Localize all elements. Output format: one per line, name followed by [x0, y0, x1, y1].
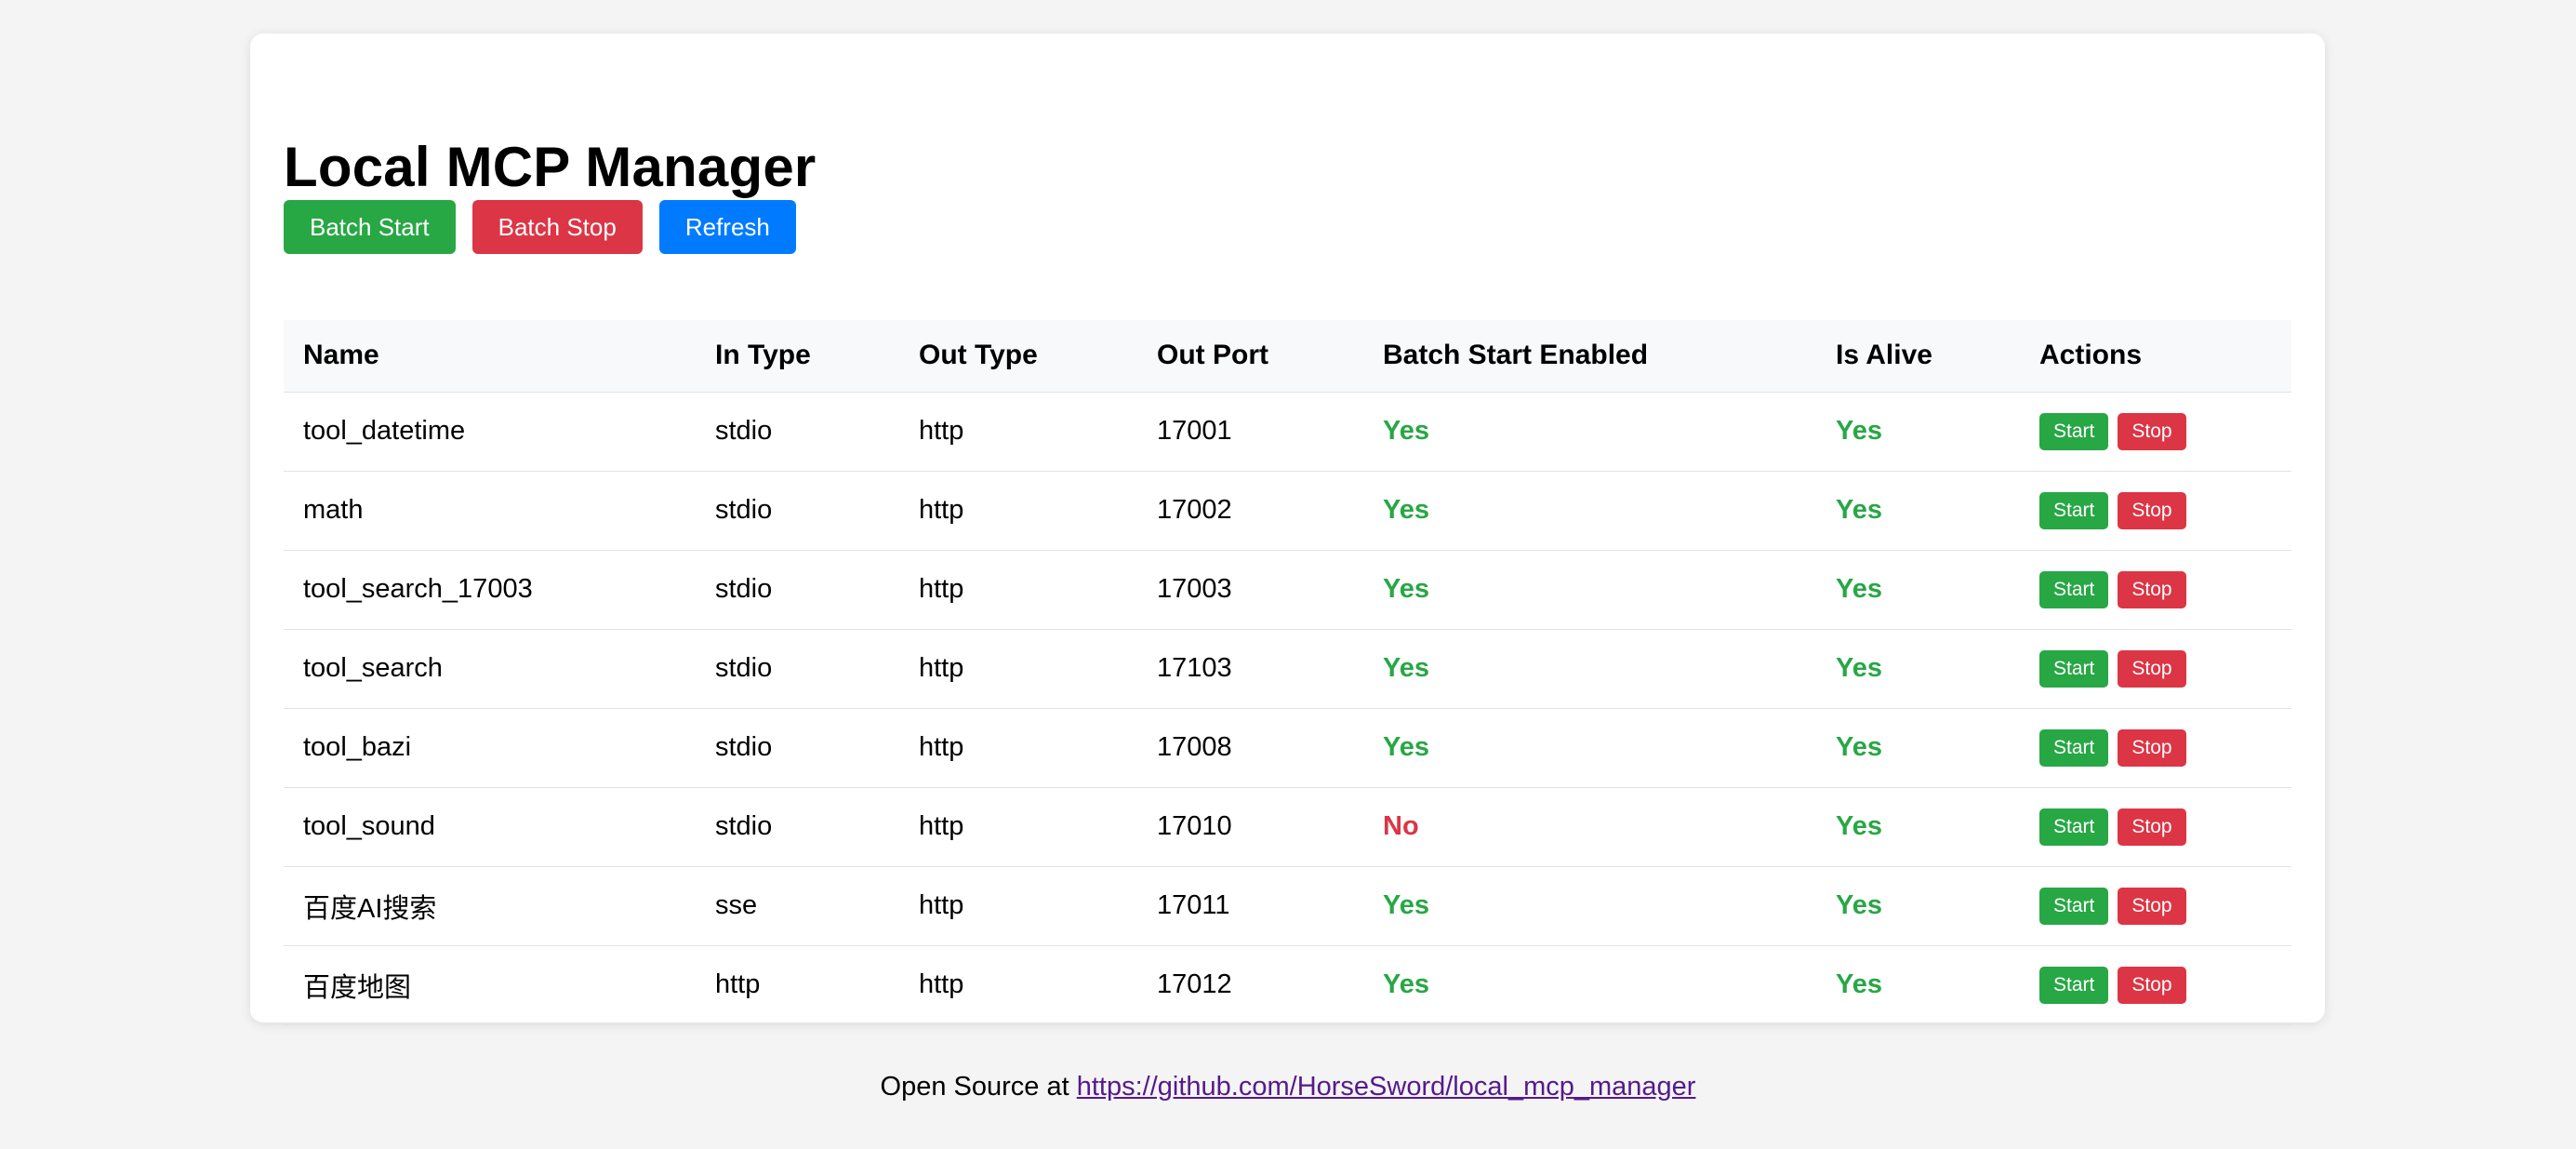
github-link[interactable]: https://github.com/HorseSword/local_mcp_… — [1077, 1072, 1696, 1102]
cell-name: 百度AI搜索 — [284, 866, 696, 946]
cell-name: tool_search — [284, 629, 696, 709]
cell-batch-start-enabled: Yes — [1363, 629, 1816, 709]
start-button[interactable]: Start — [2039, 491, 2109, 529]
header-out-type: Out Type — [899, 320, 1137, 393]
cell-is-alive: Yes — [1816, 392, 2020, 472]
cell-batch-start-enabled: Yes — [1363, 866, 1816, 946]
cell-out-type: http — [899, 392, 1137, 472]
cell-out-type: http — [899, 550, 1137, 630]
start-button[interactable]: Start — [2039, 808, 2109, 846]
cell-in-type: stdio — [696, 708, 899, 788]
start-button[interactable]: Start — [2039, 570, 2109, 608]
cell-is-alive: Yes — [1816, 550, 2020, 630]
main-card: Local MCP Manager Batch Start Batch Stop… — [250, 33, 2325, 1025]
cell-out-port: 17010 — [1137, 787, 1363, 867]
cell-is-alive: Yes — [1816, 866, 2020, 946]
stop-button[interactable]: Stop — [2118, 887, 2186, 925]
cell-actions: Start Stop — [2020, 550, 2291, 630]
cell-actions: Start Stop — [2020, 787, 2291, 867]
header-actions: Actions — [2020, 320, 2291, 393]
stop-button[interactable]: Stop — [2118, 649, 2186, 688]
cell-actions: Start Stop — [2020, 471, 2291, 551]
batch-start-button[interactable]: Batch Start — [284, 200, 456, 254]
table-row: 百度AI搜索 sse http 17011 Yes Yes Start Stop — [284, 866, 2291, 946]
cell-out-port: 17001 — [1137, 392, 1363, 472]
stop-button[interactable]: Stop — [2118, 808, 2186, 846]
header-in-type: In Type — [696, 320, 899, 393]
cell-out-port: 17008 — [1137, 708, 1363, 788]
cell-in-type: sse — [696, 866, 899, 946]
cell-batch-start-enabled: Yes — [1363, 945, 1816, 1025]
start-button[interactable]: Start — [2039, 966, 2109, 1004]
cell-actions: Start Stop — [2020, 629, 2291, 709]
footer-prefix: Open Source at — [880, 1072, 1077, 1102]
cell-actions: Start Stop — [2020, 392, 2291, 472]
cell-actions: Start Stop — [2020, 945, 2291, 1025]
cell-name: tool_search_17003 — [284, 550, 696, 630]
table-row: tool_datetime stdio http 17001 Yes Yes S… — [284, 392, 2291, 472]
stop-button[interactable]: Stop — [2118, 570, 2186, 608]
cell-out-port: 17012 — [1137, 945, 1363, 1025]
start-button[interactable]: Start — [2039, 649, 2109, 688]
start-button[interactable]: Start — [2039, 887, 2109, 925]
footer: Open Source at https://github.com/HorseS… — [0, 1072, 2576, 1102]
cell-batch-start-enabled: Yes — [1363, 550, 1816, 630]
table-row: tool_search_17003 stdio http 17003 Yes Y… — [284, 550, 2291, 630]
table-row: tool_bazi stdio http 17008 Yes Yes Start… — [284, 708, 2291, 788]
header-name: Name — [284, 320, 696, 393]
stop-button[interactable]: Stop — [2118, 491, 2186, 529]
cell-name: tool_bazi — [284, 708, 696, 788]
cell-actions: Start Stop — [2020, 866, 2291, 946]
cell-is-alive: Yes — [1816, 945, 2020, 1025]
cell-name: tool_datetime — [284, 392, 696, 472]
cell-in-type: stdio — [696, 550, 899, 630]
header-batch-start-enabled: Batch Start Enabled — [1363, 320, 1816, 393]
table-header-row: Name In Type Out Type Out Port Batch Sta… — [284, 320, 2291, 393]
cell-in-type: http — [696, 945, 899, 1025]
cell-in-type: stdio — [696, 629, 899, 709]
table-row: 百度地图 http http 17012 Yes Yes Start Stop — [284, 945, 2291, 1025]
cell-out-port: 17011 — [1137, 866, 1363, 946]
cell-out-type: http — [899, 629, 1137, 709]
cell-out-port: 17103 — [1137, 629, 1363, 709]
cell-batch-start-enabled: Yes — [1363, 471, 1816, 551]
cell-out-port: 17002 — [1137, 471, 1363, 551]
page-title: Local MCP Manager — [284, 136, 817, 198]
cell-is-alive: Yes — [1816, 708, 2020, 788]
refresh-button[interactable]: Refresh — [658, 200, 796, 254]
table-row: math stdio http 17002 Yes Yes Start Stop — [284, 471, 2291, 551]
cell-in-type: stdio — [696, 787, 899, 867]
header-out-port: Out Port — [1137, 320, 1363, 393]
start-button[interactable]: Start — [2039, 728, 2109, 767]
cell-out-port: 17003 — [1137, 550, 1363, 630]
cell-is-alive: Yes — [1816, 787, 2020, 867]
start-button[interactable]: Start — [2039, 412, 2109, 450]
cell-in-type: stdio — [696, 471, 899, 551]
table-row: tool_sound stdio http 17010 No Yes Start… — [284, 787, 2291, 867]
header-is-alive: Is Alive — [1816, 320, 2020, 393]
cell-name: tool_sound — [284, 787, 696, 867]
stop-button[interactable]: Stop — [2118, 728, 2186, 767]
cell-name: math — [284, 471, 696, 551]
cell-is-alive: Yes — [1816, 629, 2020, 709]
cell-out-type: http — [899, 945, 1137, 1025]
cell-out-type: http — [899, 787, 1137, 867]
toolbar: Batch Start Batch Stop Refresh — [284, 200, 796, 254]
cell-batch-start-enabled: No — [1363, 787, 1816, 867]
cell-in-type: stdio — [696, 392, 899, 472]
batch-stop-button[interactable]: Batch Stop — [471, 200, 643, 254]
stop-button[interactable]: Stop — [2118, 966, 2186, 1004]
cell-out-type: http — [899, 471, 1137, 551]
table-row: tool_search stdio http 17103 Yes Yes Sta… — [284, 629, 2291, 709]
cell-out-type: http — [899, 866, 1137, 946]
cell-out-type: http — [899, 708, 1137, 788]
stop-button[interactable]: Stop — [2118, 412, 2186, 450]
cell-actions: Start Stop — [2020, 708, 2291, 788]
cell-batch-start-enabled: Yes — [1363, 708, 1816, 788]
mcp-table: Name In Type Out Type Out Port Batch Sta… — [284, 320, 2291, 1025]
cell-name: 百度地图 — [284, 945, 696, 1025]
cell-batch-start-enabled: Yes — [1363, 392, 1816, 472]
cell-is-alive: Yes — [1816, 471, 2020, 551]
